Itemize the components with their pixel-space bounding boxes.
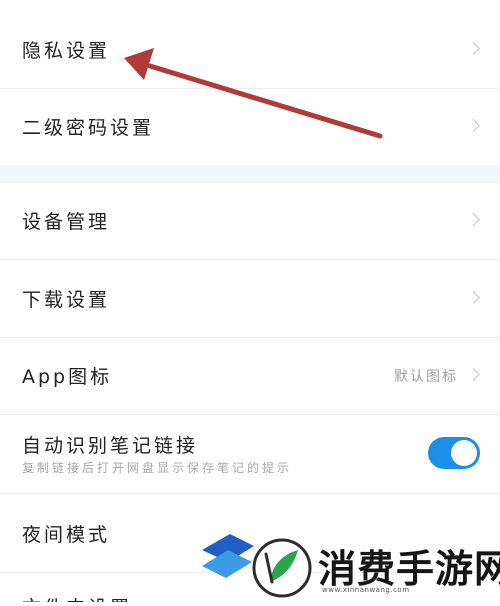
- watermark-url: www.xinnanwang.com: [322, 586, 410, 594]
- download-settings-label: 下载设置: [22, 289, 111, 311]
- secondary-password-row[interactable]: 二级密码设置: [0, 89, 500, 165]
- app-icon-value: 默认图标: [394, 369, 458, 385]
- watermark-text: 消费手游网: [318, 547, 500, 591]
- auto-detect-note-link-toggle[interactable]: [428, 437, 480, 469]
- privacy-settings-row[interactable]: 隐私设置: [0, 8, 500, 88]
- section-gap: [0, 165, 500, 183]
- device-management-label: 设备管理: [22, 211, 111, 233]
- chevron-right-icon: [467, 291, 480, 304]
- secondary-password-label: 二级密码设置: [22, 117, 155, 139]
- download-settings-row[interactable]: 下载设置: [0, 260, 500, 337]
- chevron-right-icon: [467, 119, 480, 132]
- chevron-right-icon: [467, 213, 480, 226]
- device-management-row[interactable]: 设备管理: [0, 183, 500, 259]
- folder-settings-label: 文件夹设置: [22, 593, 132, 602]
- app-icon-label: App图标: [22, 366, 113, 388]
- watermark-logo-icon: [202, 534, 312, 598]
- night-mode-label: 夜间模式: [22, 524, 111, 546]
- chevron-right-icon: [467, 42, 480, 55]
- app-icon-row[interactable]: App图标 默认图标: [0, 338, 500, 414]
- privacy-settings-label: 隐私设置: [22, 40, 111, 62]
- watermark-logo: 消费手游网 www.xinnanwang.com: [200, 520, 500, 602]
- chevron-right-icon: [467, 368, 480, 381]
- toggle-knob: [451, 440, 477, 466]
- auto-detect-note-link-label: 自动识别笔记链接: [22, 435, 199, 457]
- auto-detect-note-link-description: 复制链接后打开网盘显示保存笔记的提示: [22, 461, 293, 475]
- auto-detect-note-link-row: 自动识别笔记链接 复制链接后打开网盘显示保存笔记的提示: [0, 415, 500, 493]
